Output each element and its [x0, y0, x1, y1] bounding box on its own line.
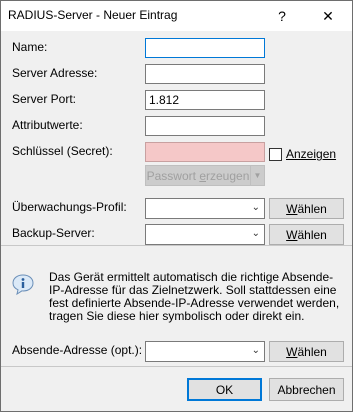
server-port-label: Server Port:: [12, 92, 77, 106]
info-text: Das Gerät ermittelt automatisch die rich…: [49, 270, 340, 323]
server-address-input[interactable]: [145, 64, 265, 84]
cancel-label: Abbrechen: [277, 382, 336, 397]
secret-input[interactable]: [145, 142, 265, 162]
title-bar: RADIUS-Server - Neuer Eintrag ? ✕: [1, 1, 352, 31]
monitoring-profile-label: Überwachungs-Profil:: [12, 200, 127, 214]
source-address-choose-button[interactable]: Wählen: [269, 341, 344, 362]
cancel-button[interactable]: Abbrechen: [269, 378, 344, 401]
ok-button[interactable]: OK: [187, 378, 262, 401]
show-secret-text: Anzeigen: [286, 147, 337, 161]
monitoring-profile-choose-button[interactable]: Wählen: [269, 198, 344, 219]
window-title: RADIUS-Server - Neuer Eintrag: [8, 8, 178, 22]
chevron-down-icon[interactable]: ▼: [250, 166, 264, 185]
secret-label: Schlüssel (Secret):: [12, 144, 113, 158]
section-divider: [1, 245, 352, 246]
close-button[interactable]: ✕: [305, 1, 351, 31]
dialog-content: Name: Server Adresse: Server Port: 1.812…: [1, 31, 352, 411]
backup-server-label: Backup-Server:: [12, 226, 95, 240]
source-address-select[interactable]: ⌄: [145, 341, 265, 362]
name-label: Name:: [12, 40, 48, 54]
generate-password-button[interactable]: Passwort erzeugen ▼: [145, 165, 265, 186]
show-secret-checkbox[interactable]: [269, 148, 282, 161]
name-input[interactable]: [145, 38, 265, 58]
attribute-values-label: Attributwerte:: [12, 118, 83, 132]
server-address-label: Server Adresse:: [12, 66, 98, 80]
backup-server-select[interactable]: ⌄: [145, 224, 265, 245]
chevron-down-icon: ⌄: [251, 228, 260, 239]
attribute-values-input[interactable]: [145, 116, 265, 136]
dialog-window: RADIUS-Server - Neuer Eintrag ? ✕ Name: …: [0, 0, 353, 412]
chevron-down-icon: ⌄: [251, 345, 260, 356]
server-port-input[interactable]: 1.812: [145, 90, 265, 110]
backup-server-choose-button[interactable]: Wählen: [269, 224, 344, 245]
ok-label: OK: [215, 382, 234, 397]
monitoring-profile-select[interactable]: ⌄: [145, 198, 265, 219]
chevron-down-icon: ⌄: [251, 202, 260, 213]
source-address-label: Absende-Adresse (opt.):: [12, 343, 143, 357]
monitoring-profile-choose-label: Wählen: [286, 201, 327, 216]
generate-password-label: Passwort erzeugen: [146, 168, 250, 183]
help-button[interactable]: ?: [259, 1, 305, 31]
info-speech-bubble-icon: [11, 273, 35, 297]
source-address-choose-label: Wählen: [286, 344, 327, 359]
show-secret-label[interactable]: Anzeigen: [286, 147, 336, 161]
backup-server-choose-label: Wählen: [286, 227, 327, 242]
footer-divider: [1, 366, 352, 367]
